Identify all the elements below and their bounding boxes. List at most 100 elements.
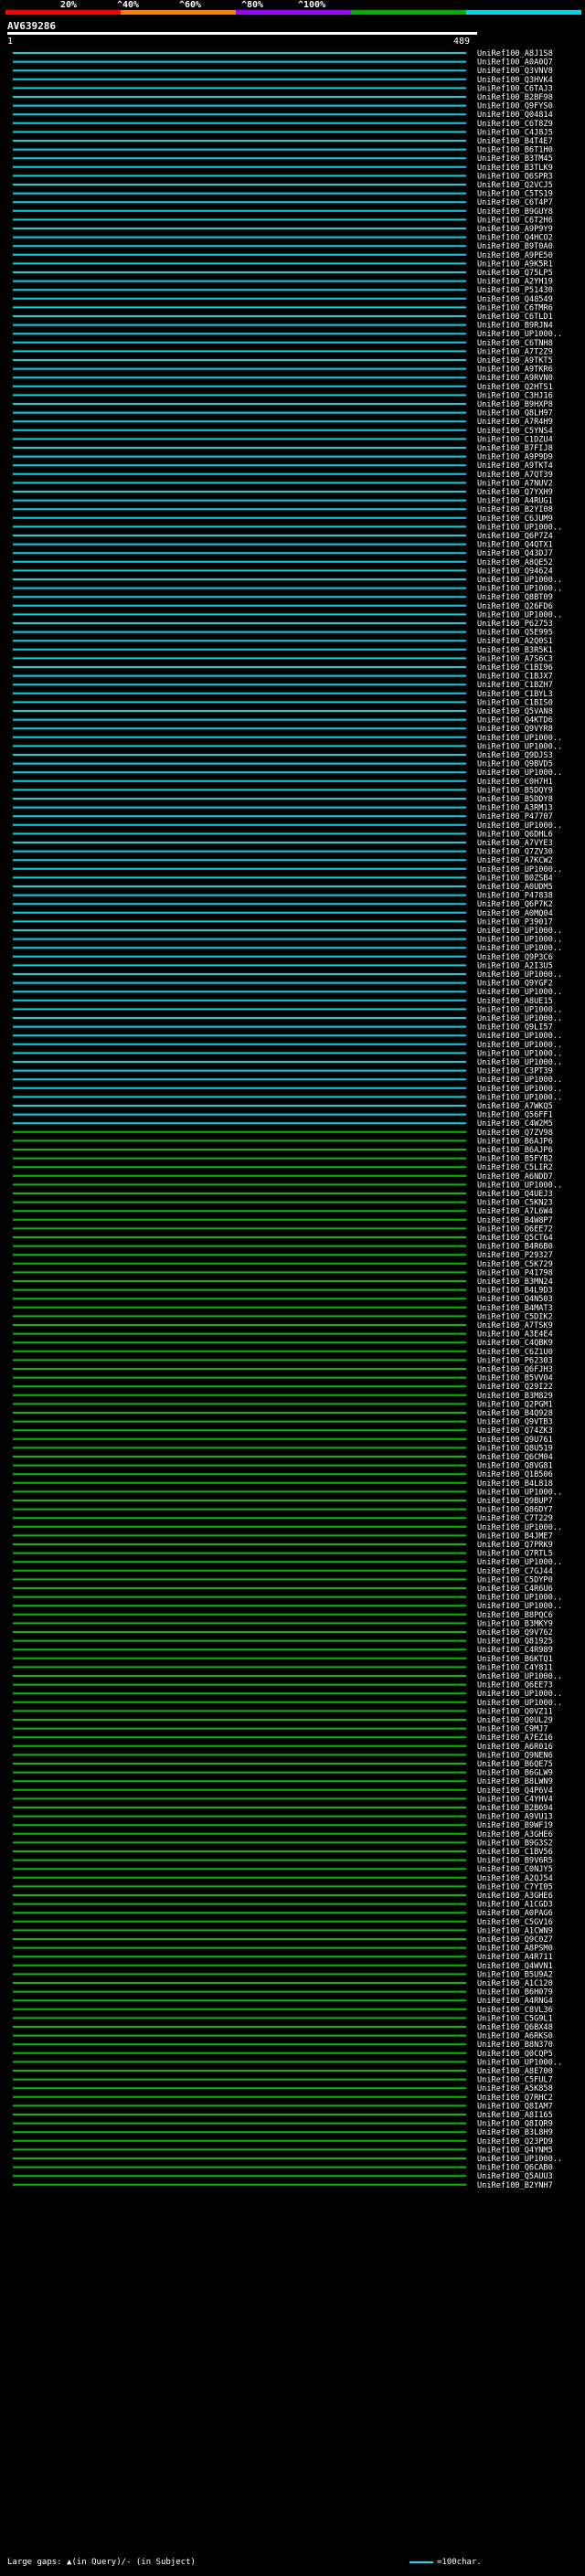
hit-label[interactable]: UniRef100_C8VL36 bbox=[477, 2006, 553, 2015]
hit-label[interactable]: UniRef100_UP1000.. bbox=[477, 576, 562, 585]
hit-label[interactable]: UniRef100_Q9FYS0 bbox=[477, 102, 553, 111]
hit-label[interactable]: UniRef100_B3TM45 bbox=[477, 154, 553, 164]
hit-label[interactable]: UniRef100_B3R5K1 bbox=[477, 646, 553, 655]
hit-label[interactable]: UniRef100_Q9VTB3 bbox=[477, 1418, 553, 1427]
hit-label[interactable]: UniRef100_Q4YNM5 bbox=[477, 2146, 553, 2155]
hit-label[interactable]: UniRef100_A1C120 bbox=[477, 1979, 553, 1988]
hit-label[interactable]: UniRef100_C6TAJ3 bbox=[477, 84, 553, 93]
hit-label[interactable]: UniRef100_B6QE75 bbox=[477, 1760, 553, 1769]
hit-label[interactable]: UniRef100_Q0CQP5 bbox=[477, 2050, 553, 2059]
hit-label[interactable]: UniRef100_Q2HTS1 bbox=[477, 383, 553, 392]
hit-label[interactable]: UniRef100_A3GHE6 bbox=[477, 1830, 553, 1839]
hit-label[interactable]: UniRef100_B3MKY9 bbox=[477, 1619, 553, 1628]
hit-label[interactable]: UniRef100_UP1000.. bbox=[477, 1058, 562, 1067]
hit-label[interactable]: UniRef100_UP1000.. bbox=[477, 742, 562, 751]
hit-label[interactable]: UniRef100_Q7YXH9 bbox=[477, 488, 553, 497]
hit-label[interactable]: UniRef100_Q4UEJ3 bbox=[477, 1190, 553, 1199]
hit-label[interactable]: UniRef100_Q8BT09 bbox=[477, 593, 553, 602]
hit-label[interactable]: UniRef100_B5VV04 bbox=[477, 1374, 553, 1383]
hit-label[interactable]: UniRef100_P51430 bbox=[477, 286, 553, 295]
hit-label[interactable]: UniRef100_C5KN23 bbox=[477, 1199, 553, 1208]
hit-label[interactable]: UniRef100_UP1000.. bbox=[477, 1049, 562, 1058]
hit-label[interactable]: UniRef100_UP1000.. bbox=[477, 585, 562, 594]
hit-label[interactable]: UniRef100_Q26FD6 bbox=[477, 602, 553, 611]
hit-label[interactable]: UniRef100_B3MN24 bbox=[477, 1277, 553, 1287]
hit-label[interactable]: UniRef100_P62303 bbox=[477, 1356, 553, 1365]
hit-label[interactable]: UniRef100_B5DDY8 bbox=[477, 795, 553, 804]
hit-label[interactable]: UniRef100_Q4KTD6 bbox=[477, 716, 553, 726]
hit-label[interactable]: UniRef100_Q5CT64 bbox=[477, 1234, 553, 1243]
hit-label[interactable]: UniRef100_Q6EE72 bbox=[477, 1224, 553, 1234]
hit-label[interactable]: UniRef100_B7FIJ8 bbox=[477, 444, 553, 453]
hit-label[interactable]: UniRef100_C5DIK2 bbox=[477, 1312, 553, 1321]
hit-label[interactable]: UniRef100_UP1000.. bbox=[477, 822, 562, 831]
hit-label[interactable]: UniRef100_B6T1H0 bbox=[477, 146, 553, 155]
hit-label[interactable]: UniRef100_A8QE52 bbox=[477, 558, 553, 567]
hit-label[interactable]: UniRef100_UP1000.. bbox=[477, 734, 562, 743]
hit-label[interactable]: UniRef100_C3PT39 bbox=[477, 1067, 553, 1076]
hit-label[interactable]: UniRef100_B6AJP6 bbox=[477, 1137, 553, 1146]
hit-label[interactable]: UniRef100_A5K858 bbox=[477, 2084, 553, 2094]
hit-label[interactable]: UniRef100_Q0UL29 bbox=[477, 1716, 553, 1725]
hit-label[interactable]: UniRef100_C6TNH8 bbox=[477, 339, 553, 348]
hit-label[interactable]: UniRef100_Q3VNV8 bbox=[477, 67, 553, 76]
hit-label[interactable]: UniRef100_C6T8Z9 bbox=[477, 120, 553, 129]
hit-label[interactable]: UniRef100_UP1000.. bbox=[477, 944, 562, 953]
hit-label[interactable]: UniRef100_UP1000.. bbox=[477, 988, 562, 997]
hit-label[interactable]: UniRef100_P47707 bbox=[477, 812, 553, 822]
hit-label[interactable]: UniRef100_C4YHV4 bbox=[477, 1795, 553, 1804]
hit-label[interactable]: UniRef100_Q6EE73 bbox=[477, 1681, 553, 1691]
hit-label[interactable]: UniRef100_C4Y811 bbox=[477, 1663, 553, 1672]
hit-label[interactable]: UniRef100_B6H079 bbox=[477, 1988, 553, 1998]
hit-label[interactable]: UniRef100_Q9U761 bbox=[477, 1436, 553, 1445]
hit-label[interactable]: UniRef100_UP1000.. bbox=[477, 1085, 562, 1094]
hit-label[interactable]: UniRef100_Q9LI57 bbox=[477, 1023, 553, 1033]
hit-label[interactable]: UniRef100_C9MJ7 bbox=[477, 1725, 548, 1734]
hit-label[interactable]: UniRef100_UP1000.. bbox=[477, 927, 562, 936]
hit-label[interactable]: UniRef100_A7KCW2 bbox=[477, 856, 553, 865]
hit-label[interactable]: UniRef100_Q4WVN1 bbox=[477, 1962, 553, 1971]
hit-label[interactable]: UniRef100_Q48549 bbox=[477, 295, 553, 304]
hit-label[interactable]: UniRef100_B4W8P7 bbox=[477, 1216, 553, 1225]
hit-label[interactable]: UniRef100_Q8IQR9 bbox=[477, 2120, 553, 2129]
hit-label[interactable]: UniRef100_C1BYL3 bbox=[477, 690, 553, 699]
hit-label[interactable]: UniRef100_C4W2M5 bbox=[477, 1119, 553, 1129]
hit-label[interactable]: UniRef100_B9T0A0 bbox=[477, 242, 553, 251]
hit-label[interactable]: UniRef100_Q6SPR3 bbox=[477, 172, 553, 181]
hit-label[interactable]: UniRef100_UP1000.. bbox=[477, 1093, 562, 1102]
hit-label[interactable]: UniRef100_B9HXP8 bbox=[477, 400, 553, 409]
hit-label[interactable]: UniRef100_UP1000.. bbox=[477, 1558, 562, 1567]
hit-label[interactable]: UniRef100_A7WKQ5 bbox=[477, 1102, 553, 1111]
hit-label[interactable]: UniRef100_A2Q0S1 bbox=[477, 637, 553, 646]
hit-label[interactable]: UniRef100_UP1000.. bbox=[477, 1690, 562, 1699]
hit-label[interactable]: UniRef100_C5G9L1 bbox=[477, 2014, 553, 2023]
hit-label[interactable]: UniRef100_Q6DHL6 bbox=[477, 830, 553, 839]
hit-label[interactable]: UniRef100_B4T4E7 bbox=[477, 137, 553, 146]
hit-label[interactable]: UniRef100_Q23PD9 bbox=[477, 2137, 553, 2147]
hit-label[interactable]: UniRef100_Q56FF1 bbox=[477, 1111, 553, 1120]
hit-label[interactable]: UniRef100_Q4P6V4 bbox=[477, 1786, 553, 1796]
hit-label[interactable]: UniRef100_P29327 bbox=[477, 1251, 553, 1260]
hit-label[interactable]: UniRef100_C7T229 bbox=[477, 1514, 553, 1523]
hit-label[interactable]: UniRef100_A8PSM0 bbox=[477, 1945, 553, 1954]
hit-label[interactable]: UniRef100_A9K5R1 bbox=[477, 260, 553, 269]
hit-label[interactable]: UniRef100_UP1000.. bbox=[477, 1076, 562, 1085]
hit-label[interactable]: UniRef100_C1DZU4 bbox=[477, 435, 553, 444]
hit-label[interactable]: UniRef100_A2YH19 bbox=[477, 278, 553, 287]
hit-label[interactable]: UniRef100_C6JUM9 bbox=[477, 514, 553, 524]
hit-label[interactable]: UniRef100_A0MQ04 bbox=[477, 909, 553, 918]
hit-label[interactable]: UniRef100_A9TKT4 bbox=[477, 461, 553, 471]
hit-label[interactable]: UniRef100_A2I3U5 bbox=[477, 961, 553, 970]
hit-label[interactable]: UniRef100_UP1000.. bbox=[477, 1488, 562, 1497]
hit-label[interactable]: UniRef100_C7YI05 bbox=[477, 1882, 553, 1892]
hit-label[interactable]: UniRef100_Q9NEN6 bbox=[477, 1751, 553, 1760]
hit-label[interactable]: UniRef100_B5DQY9 bbox=[477, 786, 553, 795]
hit-label[interactable]: UniRef100_A9TKT5 bbox=[477, 356, 553, 366]
hit-label[interactable]: UniRef100_UP1000.. bbox=[477, 330, 562, 339]
hit-label[interactable]: UniRef100_A3RM13 bbox=[477, 804, 553, 813]
hit-label[interactable]: UniRef100_UP1000.. bbox=[477, 1602, 562, 1611]
hit-label[interactable]: UniRef100_B6KTQ1 bbox=[477, 1655, 553, 1664]
hit-label[interactable]: UniRef100_Q2PGM1 bbox=[477, 1400, 553, 1409]
hit-label[interactable]: UniRef100_Q04814 bbox=[477, 111, 553, 120]
hit-label[interactable]: UniRef100_B3L8H9 bbox=[477, 2128, 553, 2137]
